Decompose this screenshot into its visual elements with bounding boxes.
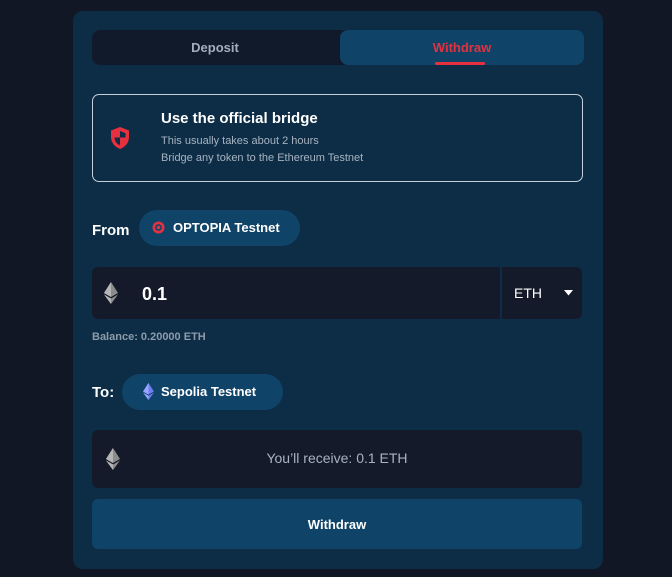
receive-amount-text: You’ll receive: 0.1 ETH xyxy=(266,450,408,466)
bridge-description-text: Bridge any token to the Ethereum Testnet xyxy=(161,152,364,164)
bridge-duration-text: This usually takes about 2 hours xyxy=(161,135,319,147)
amount-input-box: ETH xyxy=(92,267,582,319)
token-name: ETH xyxy=(514,285,542,301)
optopia-logo-icon xyxy=(152,221,165,234)
tab-bar: Deposit Withdraw xyxy=(92,30,584,65)
receive-summary: You’ll receive: 0.1 ETH xyxy=(92,430,582,488)
tab-withdraw-label: Withdraw xyxy=(432,40,492,55)
ethereum-logo-icon xyxy=(143,383,154,400)
tab-deposit[interactable]: Deposit xyxy=(92,30,338,65)
active-tab-indicator xyxy=(435,62,485,65)
from-network-name: OPTOPIA Testnet xyxy=(173,220,280,235)
shield-icon xyxy=(111,127,129,149)
to-network-selector[interactable]: Sepolia Testnet xyxy=(122,374,283,410)
token-selector[interactable]: ETH xyxy=(500,267,582,319)
caret-down-icon xyxy=(564,290,573,296)
bridge-card: Deposit Withdraw Use the official bridge… xyxy=(73,11,603,569)
from-network-selector[interactable]: OPTOPIA Testnet xyxy=(139,210,300,246)
to-label: To: xyxy=(92,384,115,401)
bridge-title: Use the official bridge xyxy=(161,110,318,127)
ethereum-icon xyxy=(104,282,118,304)
to-network-name: Sepolia Testnet xyxy=(161,384,257,399)
official-bridge-notice: Use the official bridge This usually tak… xyxy=(92,94,583,182)
balance-text: Balance: 0.20000 ETH xyxy=(92,331,206,343)
from-label: From xyxy=(92,222,130,239)
tab-withdraw[interactable]: Withdraw xyxy=(340,30,584,65)
withdraw-button[interactable]: Withdraw xyxy=(92,499,582,549)
amount-input[interactable] xyxy=(140,276,494,312)
